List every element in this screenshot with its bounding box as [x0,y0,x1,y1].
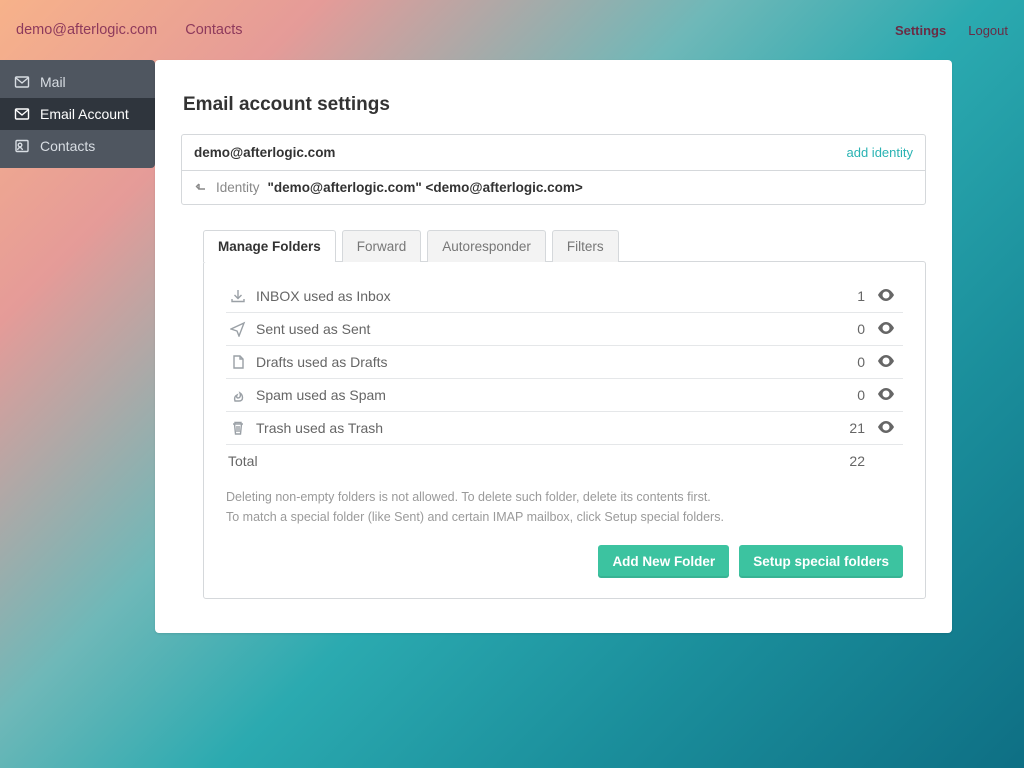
envelope-icon [14,106,30,122]
folder-name-text: Trash used as Trash [256,420,383,436]
folder-count: 21 [813,412,869,445]
add-identity-link[interactable]: add identity [847,145,914,160]
settings-panel: Email account settings demo@afterlogic.c… [155,60,952,633]
eye-icon[interactable] [877,354,895,370]
tab-strip: Manage Folders Forward Autoresponder Fil… [203,229,926,261]
identity-row[interactable]: Identity "demo@afterlogic.com" <demo@aft… [182,171,925,204]
tab-body: INBOX used as Inbox 1 Sent used as Sent … [203,261,926,599]
tab-filters[interactable]: Filters [552,230,619,262]
sent-icon [230,321,246,337]
contacts-icon [14,138,30,154]
sidebar-item-mail[interactable]: Mail [0,66,155,98]
hint-text: Deleting non-empty folders is not allowe… [226,487,903,527]
top-settings-link[interactable]: Settings [895,23,946,38]
return-arrow-icon [194,181,208,195]
spam-icon [230,387,246,403]
account-name: demo@afterlogic.com [194,145,335,160]
folder-count: 0 [813,346,869,379]
add-new-folder-button[interactable]: Add New Folder [598,545,729,578]
sidebar-item-label: Mail [40,74,66,90]
folder-count: 1 [813,280,869,313]
folder-count: 0 [813,379,869,412]
inbox-icon [230,288,246,304]
eye-icon[interactable] [877,387,895,403]
settings-sidebar: Mail Email Account Contacts [0,60,155,168]
eye-icon[interactable] [877,321,895,337]
top-logout-link[interactable]: Logout [968,23,1008,38]
sidebar-item-label: Contacts [40,138,95,154]
drafts-icon [230,354,246,370]
sidebar-item-email-account[interactable]: Email Account [0,98,155,130]
sidebar-item-label: Email Account [40,106,129,122]
tab-forward[interactable]: Forward [342,230,422,262]
identity-value: "demo@afterlogic.com" <demo@afterlogic.c… [268,180,583,195]
account-email-link[interactable]: demo@afterlogic.com [16,22,157,38]
trash-icon [230,420,246,436]
top-contacts-link[interactable]: Contacts [185,22,242,38]
tab-autoresponder[interactable]: Autoresponder [427,230,546,262]
account-box: demo@afterlogic.com add identity Identit… [181,134,926,205]
folder-name-text: Drafts used as Drafts [256,354,388,370]
folder-name-text: INBOX used as Inbox [256,288,391,304]
folder-total-row: Total 22 [226,445,903,478]
envelope-icon [14,74,30,90]
setup-special-folders-button[interactable]: Setup special folders [739,545,903,578]
total-label: Total [228,453,258,469]
folder-name-text: Sent used as Sent [256,321,370,337]
total-count: 22 [813,445,869,478]
sidebar-item-contacts[interactable]: Contacts [0,130,155,162]
hint-line-2: To match a special folder (like Sent) an… [226,507,903,527]
folder-row[interactable]: Spam used as Spam 0 [226,379,903,412]
folder-table: INBOX used as Inbox 1 Sent used as Sent … [226,280,903,477]
eye-icon[interactable] [877,420,895,436]
tab-manage-folders[interactable]: Manage Folders [203,230,336,262]
account-header-row[interactable]: demo@afterlogic.com add identity [182,135,925,171]
folder-row[interactable]: Drafts used as Drafts 0 [226,346,903,379]
folder-row[interactable]: Sent used as Sent 0 [226,313,903,346]
folder-row[interactable]: INBOX used as Inbox 1 [226,280,903,313]
page-title: Email account settings [183,94,926,116]
folder-count: 0 [813,313,869,346]
folder-row[interactable]: Trash used as Trash 21 [226,412,903,445]
hint-line-1: Deleting non-empty folders is not allowe… [226,487,903,507]
identity-label: Identity [216,180,260,195]
folder-name-text: Spam used as Spam [256,387,386,403]
top-bar: demo@afterlogic.com Contacts Settings Lo… [0,0,1024,60]
eye-icon[interactable] [877,288,895,304]
